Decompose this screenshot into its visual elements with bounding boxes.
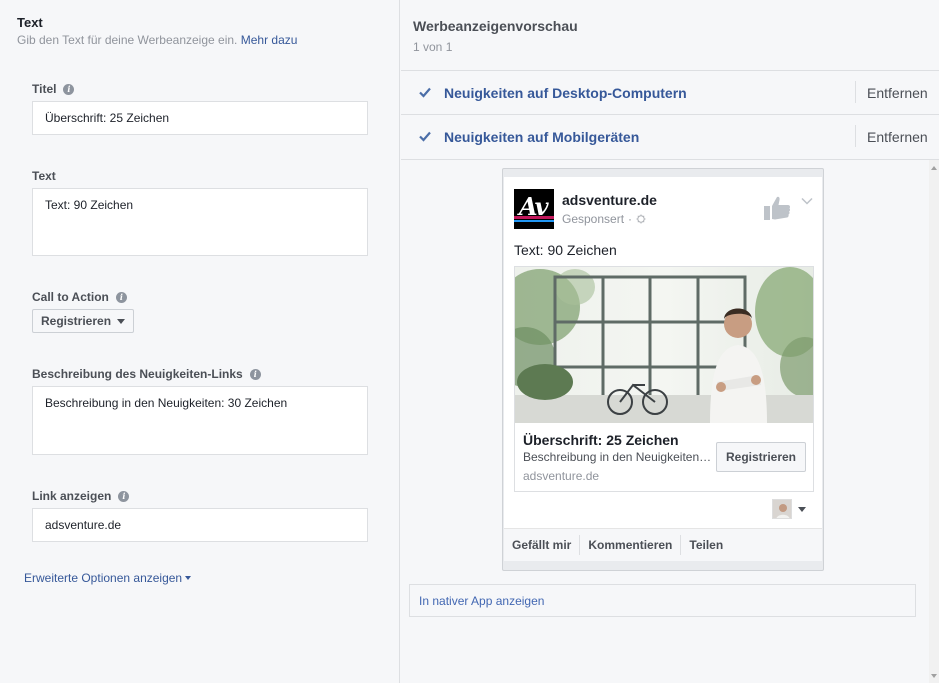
sponsored-text: Gesponsert	[562, 212, 625, 226]
advanced-options-text: Erweiterte Optionen anzeigen	[24, 571, 183, 585]
like-page-icon[interactable]	[763, 195, 791, 221]
preview-counter: 1 von 1	[413, 40, 453, 54]
ad-post-text: Text: 90 Zeichen	[514, 242, 617, 258]
mobile-preview-frame: Av adsventure.de Gesponsert · Text: 90 Z…	[502, 168, 824, 571]
page-logo[interactable]: Av	[514, 189, 554, 229]
ad-preview-panel: Werbeanzeigenvorschau 1 von 1 Neuigkeite…	[401, 0, 939, 683]
comment-action[interactable]: Kommentieren	[580, 535, 682, 555]
ad-card: Av adsventure.de Gesponsert · Text: 90 Z…	[504, 177, 822, 528]
share-action[interactable]: Teilen	[681, 535, 731, 555]
open-native-app-link[interactable]: In nativer App anzeigen	[409, 584, 916, 617]
cta-label-text: Call to Action	[32, 290, 109, 304]
page-name[interactable]: adsventure.de	[562, 192, 657, 208]
remove-placement-button[interactable]: Entfernen	[867, 85, 928, 101]
display-link-input[interactable]: adsventure.de	[32, 508, 368, 542]
ad-action-bar: Gefällt mir Kommentieren Teilen	[504, 528, 822, 561]
preview-scrollbar[interactable]	[929, 160, 939, 683]
scroll-down-icon[interactable]	[931, 674, 937, 678]
link-description-input[interactable]: Beschreibung in den Neuigkeiten: 30 Zeic…	[32, 386, 368, 455]
chevron-down-icon[interactable]	[801, 197, 813, 205]
more-info-link[interactable]: Mehr dazu	[241, 33, 298, 47]
cta-select-value: Registrieren	[41, 314, 112, 328]
profile-switcher[interactable]	[772, 499, 806, 519]
checkmark-icon	[419, 131, 431, 142]
placement-label: Neuigkeiten auf Mobilgeräten	[444, 128, 640, 145]
avatar	[772, 499, 792, 519]
text-label-text: Text	[32, 169, 56, 183]
placement-mobile-feed[interactable]: Neuigkeiten auf Mobilgeräten Entfernen	[401, 114, 939, 158]
info-icon[interactable]: i	[249, 368, 261, 380]
info-icon[interactable]: i	[115, 291, 127, 303]
display-link-label: Link anzeigen i	[32, 489, 130, 503]
caret-down-icon	[185, 576, 192, 580]
info-icon[interactable]: i	[63, 83, 75, 95]
caret-down-icon	[798, 506, 806, 512]
title-label-text: Titel	[32, 82, 57, 96]
link-description-label-text: Beschreibung des Neuigkeiten-Links	[32, 367, 243, 381]
caret-down-icon	[117, 318, 126, 324]
info-icon[interactable]: i	[118, 490, 130, 502]
placement-desktop-feed[interactable]: Neuigkeiten auf Desktop-Computern Entfer…	[401, 70, 939, 114]
text-input[interactable]: Text: 90 Zeichen	[32, 188, 368, 256]
ad-editor: Text Gib den Text für deine Werbeanzeige…	[0, 0, 939, 683]
remove-placement-button[interactable]: Entfernen	[867, 129, 928, 145]
sponsored-label: Gesponsert ·	[562, 212, 646, 226]
section-subtitle: Gib den Text für deine Werbeanzeige ein.…	[17, 33, 297, 47]
globe-icon	[636, 214, 646, 224]
section-subtitle-text: Gib den Text für deine Werbeanzeige ein.	[17, 33, 238, 47]
cta-select[interactable]: Registrieren	[32, 309, 135, 333]
ad-description: Beschreibung in den Neuigkeiten: 30 Zeic…	[523, 450, 713, 464]
scroll-up-icon[interactable]	[931, 166, 937, 170]
text-label: Text	[32, 169, 56, 183]
cta-button[interactable]: Registrieren	[716, 442, 806, 472]
divider	[855, 81, 856, 103]
ad-domain: adsventure.de	[523, 469, 600, 483]
checkmark-icon	[419, 87, 431, 98]
display-link-label-text: Link anzeigen	[32, 489, 112, 503]
preview-title: Werbeanzeigenvorschau	[413, 18, 578, 34]
title-label: Titel i	[32, 82, 75, 96]
preview-scroll-area[interactable]: Av adsventure.de Gesponsert · Text: 90 Z…	[401, 159, 939, 683]
text-settings-panel: Text Gib den Text für deine Werbeanzeige…	[0, 0, 400, 683]
advanced-options-link[interactable]: Erweiterte Optionen anzeigen	[24, 571, 192, 585]
ad-image[interactable]	[515, 267, 813, 423]
divider	[855, 125, 856, 147]
ad-headline[interactable]: Überschrift: 25 Zeichen	[523, 432, 679, 448]
section-title: Text	[17, 15, 43, 30]
placement-label: Neuigkeiten auf Desktop-Computern	[444, 84, 687, 101]
ad-link-preview[interactable]: Überschrift: 25 Zeichen Beschreibung in …	[514, 266, 814, 492]
dot-separator: ·	[628, 212, 633, 226]
title-input[interactable]: Überschrift: 25 Zeichen	[32, 101, 368, 135]
cta-label: Call to Action i	[32, 290, 127, 304]
link-description-label: Beschreibung des Neuigkeiten-Links i	[32, 367, 261, 381]
like-action[interactable]: Gefällt mir	[504, 535, 581, 555]
